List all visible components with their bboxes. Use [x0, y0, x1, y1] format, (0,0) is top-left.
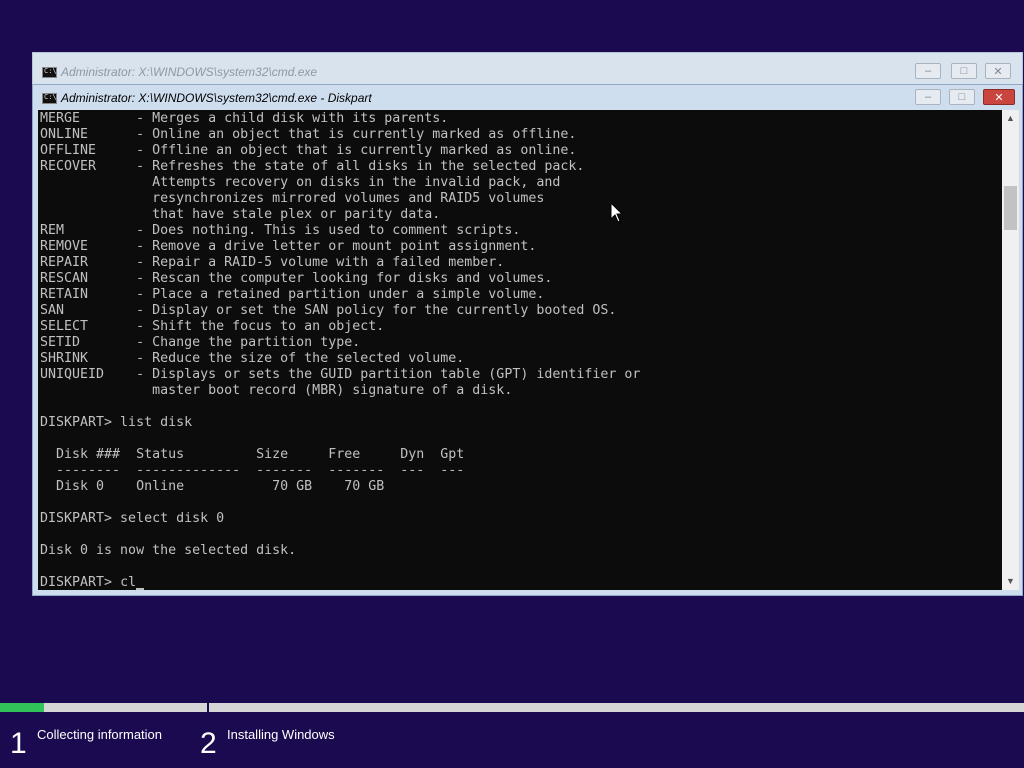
console-line: Disk 0 is now the selected disk. — [40, 543, 297, 558]
console-prompt: DISKPART> — [40, 575, 121, 590]
background-window-title: Administrator: X:\WINDOWS\system32\cmd.e… — [61, 65, 318, 79]
text-cursor — [136, 588, 145, 590]
setup-progress-bar — [0, 703, 1024, 712]
console-line: DISKPART> list disk — [40, 415, 193, 430]
maximize-button[interactable]: □ — [949, 89, 975, 105]
console-line: RESCAN - Rescan the computer looking for… — [40, 271, 553, 286]
scroll-up-arrow-icon[interactable]: ▲ — [1002, 110, 1019, 127]
console-line: -------- ------------- ------- ------- -… — [56, 463, 465, 478]
mouse-pointer-icon — [610, 202, 624, 223]
progress-step-divider — [207, 700, 209, 714]
console-line: that have stale plex or parity data. — [152, 207, 441, 222]
minimize-button[interactable]: – — [915, 63, 941, 79]
console-line: SHRINK - Reduce the size of the selected… — [40, 351, 465, 366]
close-button[interactable]: ✕ — [983, 89, 1015, 105]
console-line: RECOVER - Refreshes the state of all dis… — [40, 159, 585, 174]
step-2-label: Installing Windows — [227, 727, 335, 742]
step-1-label: Collecting information — [37, 727, 163, 742]
console-line: Disk 0 Online 70 GB 70 GB — [56, 479, 385, 494]
console-line: ONLINE - Online an object that is curren… — [40, 127, 577, 142]
console-output[interactable]: MERGE - Merges a child disk with its par… — [38, 110, 1002, 590]
scroll-thumb[interactable] — [1004, 186, 1017, 230]
step-1-number: 1 — [10, 727, 27, 760]
console-line: Disk ### Status Size Free Dyn Gpt — [56, 447, 465, 462]
console-line: REMOVE - Remove a drive letter or mount … — [40, 239, 537, 254]
close-button[interactable]: ✕ — [985, 63, 1011, 79]
maximize-button[interactable]: □ — [951, 63, 977, 79]
console-line: resynchronizes mirrored volumes and RAID… — [152, 191, 545, 206]
cmd-app-icon — [42, 67, 57, 78]
vertical-scrollbar[interactable]: ▲ ▼ — [1002, 110, 1019, 590]
console-line: OFFLINE - Offline an object that is curr… — [40, 143, 577, 158]
console-line: REM - Does nothing. This is used to comm… — [40, 223, 521, 238]
console-line: SELECT - Shift the focus to an object. — [40, 319, 385, 334]
console-line: RETAIN - Place a retained partition unde… — [40, 287, 545, 302]
console-line: MERGE - Merges a child disk with its par… — [40, 111, 449, 126]
console-text: MERGE - Merges a child disk with its par… — [38, 110, 1002, 590]
diskpart-cmd-window[interactable]: Administrator: X:\WINDOWS\system32\cmd.e… — [32, 84, 1023, 596]
console-current-input[interactable]: cl — [120, 575, 136, 590]
window-title: Administrator: X:\WINDOWS\system32\cmd.e… — [61, 91, 372, 105]
console-line: SETID - Change the partition type. — [40, 335, 361, 350]
console-line: DISKPART> select disk 0 — [40, 511, 225, 526]
cmd-app-icon — [42, 93, 57, 104]
scroll-down-arrow-icon[interactable]: ▼ — [1002, 573, 1019, 590]
setup-progress-fill — [0, 703, 45, 712]
step-2-number: 2 — [200, 727, 217, 760]
console-line: REPAIR - Repair a RAID-5 volume with a f… — [40, 255, 505, 270]
console-line: UNIQUEID - Displays or sets the GUID par… — [40, 367, 641, 382]
console-line: SAN - Display or set the SAN policy for … — [40, 303, 617, 318]
minimize-button[interactable]: – — [915, 89, 941, 105]
console-line: Attempts recovery on disks in the invali… — [152, 175, 561, 190]
console-line: master boot record (MBR) signature of a … — [152, 383, 513, 398]
